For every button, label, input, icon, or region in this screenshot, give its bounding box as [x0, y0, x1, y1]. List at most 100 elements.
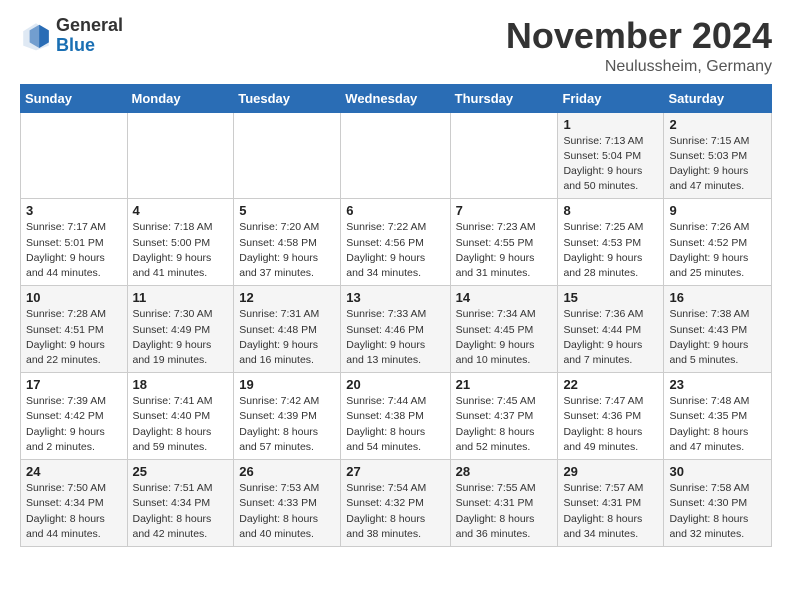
day-number: 7: [456, 203, 553, 218]
day-cell: 18 Sunrise: 7:41 AM Sunset: 4:40 PM Dayli…: [127, 373, 234, 460]
day-info: Sunrise: 7:25 AM Sunset: 4:53 PM Dayligh…: [563, 220, 658, 281]
day-cell: 28 Sunrise: 7:55 AM Sunset: 4:31 PM Dayli…: [450, 460, 558, 547]
day-info: Sunrise: 7:22 AM Sunset: 4:56 PM Dayligh…: [346, 220, 444, 281]
logo-text: General Blue: [56, 16, 123, 56]
day-info: Sunrise: 7:41 AM Sunset: 4:40 PM Dayligh…: [133, 394, 229, 455]
day-cell: [127, 112, 234, 199]
col-wednesday: Wednesday: [341, 84, 450, 112]
day-number: 9: [669, 203, 766, 218]
day-number: 19: [239, 377, 335, 392]
day-number: 18: [133, 377, 229, 392]
day-cell: 1 Sunrise: 7:13 AM Sunset: 5:04 PM Daylig…: [558, 112, 664, 199]
day-cell: 3 Sunrise: 7:17 AM Sunset: 5:01 PM Daylig…: [21, 199, 128, 286]
col-friday: Friday: [558, 84, 664, 112]
day-cell: 22 Sunrise: 7:47 AM Sunset: 4:36 PM Dayli…: [558, 373, 664, 460]
header: General Blue November 2024 Neulussheim, …: [20, 16, 772, 76]
day-info: Sunrise: 7:47 AM Sunset: 4:36 PM Dayligh…: [563, 394, 658, 455]
col-saturday: Saturday: [664, 84, 772, 112]
day-cell: 8 Sunrise: 7:25 AM Sunset: 4:53 PM Daylig…: [558, 199, 664, 286]
day-cell: 9 Sunrise: 7:26 AM Sunset: 4:52 PM Daylig…: [664, 199, 772, 286]
day-number: 28: [456, 464, 553, 479]
day-number: 30: [669, 464, 766, 479]
day-number: 27: [346, 464, 444, 479]
day-cell: 24 Sunrise: 7:50 AM Sunset: 4:34 PM Dayli…: [21, 460, 128, 547]
day-cell: 14 Sunrise: 7:34 AM Sunset: 4:45 PM Dayli…: [450, 286, 558, 373]
day-cell: 27 Sunrise: 7:54 AM Sunset: 4:32 PM Dayli…: [341, 460, 450, 547]
day-info: Sunrise: 7:33 AM Sunset: 4:46 PM Dayligh…: [346, 307, 444, 368]
day-cell: 15Sunrise: 7:36 AM Sunset: 4:44 PM Dayli…: [558, 286, 664, 373]
day-cell: 25Sunrise: 7:51 AM Sunset: 4:34 PM Dayli…: [127, 460, 234, 547]
logo: General Blue: [20, 16, 123, 56]
col-tuesday: Tuesday: [234, 84, 341, 112]
col-monday: Monday: [127, 84, 234, 112]
day-number: 23: [669, 377, 766, 392]
day-info: Sunrise: 7:26 AM Sunset: 4:52 PM Dayligh…: [669, 220, 766, 281]
day-number: 4: [133, 203, 229, 218]
day-cell: 13 Sunrise: 7:33 AM Sunset: 4:46 PM Dayli…: [341, 286, 450, 373]
day-cell: 12Sunrise: 7:31 AM Sunset: 4:48 PM Dayli…: [234, 286, 341, 373]
day-number: 25: [133, 464, 229, 479]
day-number: 15: [563, 290, 658, 305]
day-info: Sunrise: 7:28 AM Sunset: 4:51 PM Dayligh…: [26, 307, 122, 368]
day-cell: 29 Sunrise: 7:57 AM Sunset: 4:31 PM Dayli…: [558, 460, 664, 547]
day-cell: [234, 112, 341, 199]
day-info: Sunrise: 7:23 AM Sunset: 4:55 PM Dayligh…: [456, 220, 553, 281]
day-number: 20: [346, 377, 444, 392]
day-info: Sunrise: 7:57 AM Sunset: 4:31 PM Dayligh…: [563, 481, 658, 542]
day-info: Sunrise: 7:58 AM Sunset: 4:30 PM Dayligh…: [669, 481, 766, 542]
day-info: Sunrise: 7:13 AM Sunset: 5:04 PM Dayligh…: [563, 134, 658, 195]
day-number: 13: [346, 290, 444, 305]
calendar-header: Sunday Monday Tuesday Wednesday Thursday…: [21, 84, 772, 112]
day-number: 26: [239, 464, 335, 479]
day-info: Sunrise: 7:18 AM Sunset: 5:00 PM Dayligh…: [133, 220, 229, 281]
day-info: Sunrise: 7:30 AM Sunset: 4:49 PM Dayligh…: [133, 307, 229, 368]
day-info: Sunrise: 7:17 AM Sunset: 5:01 PM Dayligh…: [26, 220, 122, 281]
day-cell: 5 Sunrise: 7:20 AM Sunset: 4:58 PM Daylig…: [234, 199, 341, 286]
day-info: Sunrise: 7:45 AM Sunset: 4:37 PM Dayligh…: [456, 394, 553, 455]
day-number: 24: [26, 464, 122, 479]
day-number: 1: [563, 117, 658, 132]
col-sunday: Sunday: [21, 84, 128, 112]
day-number: 22: [563, 377, 658, 392]
day-cell: 6Sunrise: 7:22 AM Sunset: 4:56 PM Daylig…: [341, 199, 450, 286]
day-number: 29: [563, 464, 658, 479]
day-number: 11: [133, 290, 229, 305]
day-cell: 10 Sunrise: 7:28 AM Sunset: 4:51 PM Dayli…: [21, 286, 128, 373]
day-cell: 23Sunrise: 7:48 AM Sunset: 4:35 PM Dayli…: [664, 373, 772, 460]
day-number: 5: [239, 203, 335, 218]
day-info: Sunrise: 7:42 AM Sunset: 4:39 PM Dayligh…: [239, 394, 335, 455]
location-subtitle: Neulussheim, Germany: [506, 58, 772, 76]
logo-blue: Blue: [56, 35, 95, 55]
day-info: Sunrise: 7:50 AM Sunset: 4:34 PM Dayligh…: [26, 481, 122, 542]
day-number: 3: [26, 203, 122, 218]
day-cell: 7 Sunrise: 7:23 AM Sunset: 4:55 PM Daylig…: [450, 199, 558, 286]
day-number: 8: [563, 203, 658, 218]
week-row-5: 24 Sunrise: 7:50 AM Sunset: 4:34 PM Dayli…: [21, 460, 772, 547]
day-cell: [21, 112, 128, 199]
day-cell: 17Sunrise: 7:39 AM Sunset: 4:42 PM Dayli…: [21, 373, 128, 460]
week-row-4: 17Sunrise: 7:39 AM Sunset: 4:42 PM Dayli…: [21, 373, 772, 460]
day-number: 16: [669, 290, 766, 305]
logo-icon: [20, 20, 52, 52]
day-cell: 2Sunrise: 7:15 AM Sunset: 5:03 PM Daylig…: [664, 112, 772, 199]
day-cell: 20Sunrise: 7:44 AM Sunset: 4:38 PM Dayli…: [341, 373, 450, 460]
day-number: 21: [456, 377, 553, 392]
day-info: Sunrise: 7:31 AM Sunset: 4:48 PM Dayligh…: [239, 307, 335, 368]
day-cell: [450, 112, 558, 199]
day-cell: 26Sunrise: 7:53 AM Sunset: 4:33 PM Dayli…: [234, 460, 341, 547]
day-info: Sunrise: 7:38 AM Sunset: 4:43 PM Dayligh…: [669, 307, 766, 368]
day-number: 14: [456, 290, 553, 305]
day-info: Sunrise: 7:54 AM Sunset: 4:32 PM Dayligh…: [346, 481, 444, 542]
day-info: Sunrise: 7:34 AM Sunset: 4:45 PM Dayligh…: [456, 307, 553, 368]
day-number: 2: [669, 117, 766, 132]
logo-general: General: [56, 15, 123, 35]
day-number: 10: [26, 290, 122, 305]
week-row-1: 1 Sunrise: 7:13 AM Sunset: 5:04 PM Daylig…: [21, 112, 772, 199]
day-cell: 19 Sunrise: 7:42 AM Sunset: 4:39 PM Dayli…: [234, 373, 341, 460]
month-title: November 2024: [506, 16, 772, 56]
title-block: November 2024 Neulussheim, Germany: [506, 16, 772, 76]
day-info: Sunrise: 7:55 AM Sunset: 4:31 PM Dayligh…: [456, 481, 553, 542]
day-cell: 4 Sunrise: 7:18 AM Sunset: 5:00 PM Daylig…: [127, 199, 234, 286]
day-cell: [341, 112, 450, 199]
day-info: Sunrise: 7:20 AM Sunset: 4:58 PM Dayligh…: [239, 220, 335, 281]
